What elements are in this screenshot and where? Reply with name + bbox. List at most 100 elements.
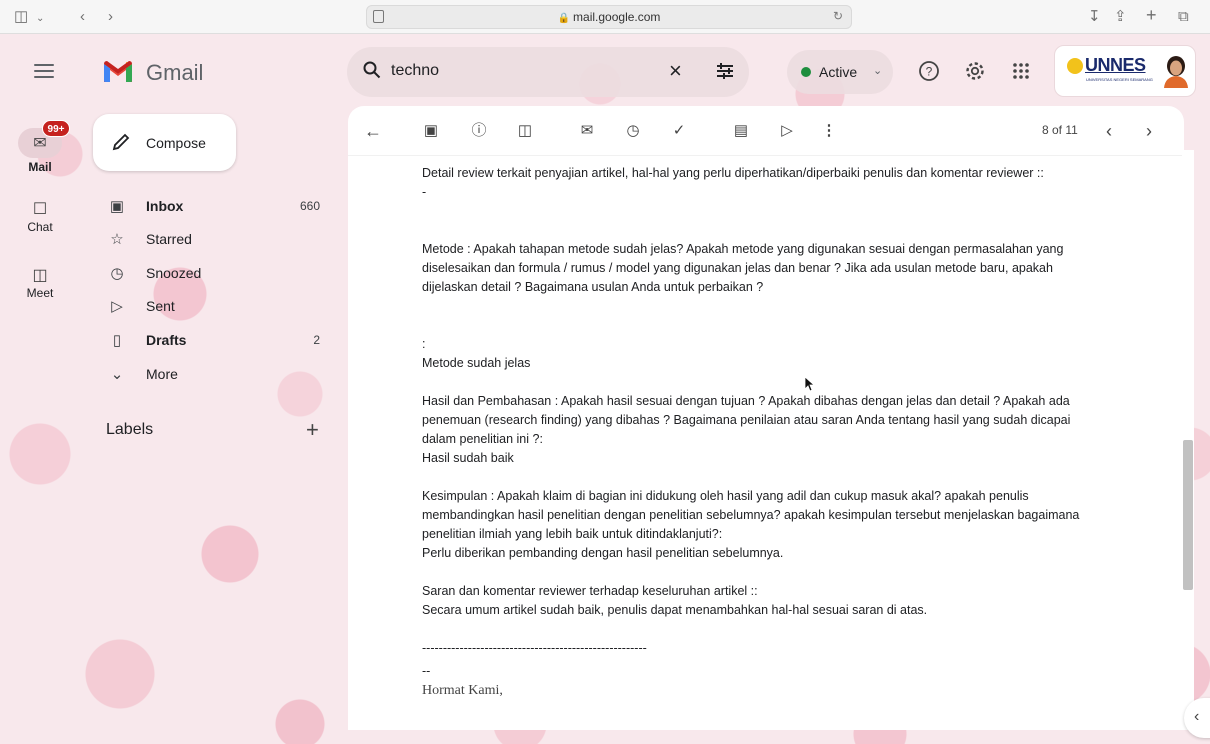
rail-item-mail[interactable]: ✉ 99+ Mail: [0, 120, 80, 174]
label-icon[interactable]: ▷: [776, 120, 798, 142]
sidebar-item-label: Inbox: [146, 198, 184, 214]
body-line: Metode : Apakah tahapan metode sudah jel…: [422, 242, 1064, 256]
chevron-down-icon: ⌄: [110, 366, 124, 383]
body-line: dijelaskan detail ? Bagaimana usulan And…: [422, 280, 764, 294]
message-body: Detail review terkait penyajian artikel,…: [422, 164, 1152, 700]
signature-delimiter: --: [422, 664, 431, 678]
older-icon[interactable]: ›: [1138, 120, 1160, 142]
search-icon[interactable]: [363, 61, 381, 79]
unnes-logo-icon: [1067, 58, 1083, 74]
add-task-icon[interactable]: ✓: [668, 120, 690, 142]
inbox-icon: ▣: [109, 198, 125, 215]
compose-label: Compose: [146, 135, 206, 151]
gmail-logo-icon[interactable]: [102, 58, 134, 84]
back-icon[interactable]: ‹: [80, 8, 85, 26]
app-name: Gmail: [146, 60, 204, 85]
account-switcher[interactable]: UNNES UNIVERSITAS NEGERI SEMARANG: [1054, 45, 1196, 97]
body-line: -: [422, 185, 427, 199]
star-icon: ☆: [110, 231, 124, 248]
drafts-count: 2: [313, 333, 320, 347]
rail-item-meet[interactable]: ◫ Meet: [0, 260, 80, 300]
sidebar-item-sent[interactable]: ▷ Sent: [104, 293, 334, 321]
add-label-icon[interactable]: +: [306, 417, 319, 443]
body-line: Hasil dan Pembahasan : Apakah hasil sesu…: [422, 394, 1070, 408]
body-line: Secara umum artikel sudah baik, penulis …: [422, 603, 928, 617]
body-line: diselesaikan dan formula / rumus / model…: [422, 261, 1053, 275]
sidebar-item-drafts[interactable]: ▯ Drafts 2: [104, 327, 334, 355]
body-line: dalam penelitian ini ?:: [422, 432, 543, 446]
search-bar[interactable]: techno ×: [347, 47, 749, 97]
body-line: Saran dan komentar reviewer terhadap kes…: [422, 584, 758, 598]
settings-gear-icon[interactable]: [964, 60, 986, 82]
help-icon[interactable]: ?: [918, 60, 940, 82]
sidebar-item-label: Drafts: [146, 332, 187, 348]
body-line: Perlu diberikan pembanding dengan hasil …: [422, 546, 784, 560]
back-arrow-icon[interactable]: ←: [362, 120, 384, 142]
newer-icon[interactable]: ‹: [1098, 120, 1120, 142]
sidebar-item-label: Starred: [146, 231, 192, 247]
search-options-icon[interactable]: [715, 61, 735, 81]
org-logo-subtext: UNIVERSITAS NEGERI SEMARANG: [1086, 77, 1153, 82]
delete-icon[interactable]: ◫: [514, 120, 536, 142]
message-panel: ← ▣ ⓘ ◫ ✉ ◷ ✓ ▤ ▷ ⋮ 8 of 11 ‹ › Detail r…: [348, 106, 1184, 730]
sidebar-item-more[interactable]: ⌄ More: [104, 361, 334, 389]
rail-label-mail: Mail: [28, 160, 52, 174]
address-bar[interactable]: 🔒 mail.google.com ↻: [366, 5, 852, 29]
sidebar-item-label: Snoozed: [146, 265, 202, 281]
tab-overview-icon[interactable]: ⧉: [1178, 8, 1189, 26]
status-selector[interactable]: Active ⌄: [787, 50, 893, 94]
report-spam-icon[interactable]: ⓘ: [468, 120, 490, 142]
chevron-left-icon: ‹: [1194, 708, 1200, 725]
search-input[interactable]: techno: [391, 62, 439, 80]
body-line: penemuan (research finding) yang dibahas…: [422, 413, 1071, 427]
body-line: Metode sudah jelas: [422, 356, 531, 370]
chevron-down-icon: ⌄: [873, 65, 883, 77]
pencil-icon: [112, 133, 130, 151]
sidebar-toggle-icon[interactable]: ◫: [14, 8, 28, 26]
body-line: Kesimpulan : Apakah klaim di bagian ini …: [422, 489, 1029, 503]
new-tab-icon[interactable]: +: [1146, 6, 1157, 24]
snooze-icon[interactable]: ◷: [622, 120, 644, 142]
translate-reload-icon[interactable]: ↻: [833, 9, 843, 23]
body-separator: ----------------------------------------…: [422, 641, 647, 655]
mark-unread-icon[interactable]: ✉: [576, 120, 598, 142]
labels-heading: Labels: [106, 421, 154, 438]
video-icon: ◫: [32, 267, 48, 284]
body-line: Hasil sudah baik: [422, 451, 514, 465]
mouse-cursor-icon: [804, 376, 814, 392]
unread-badge: 99+: [42, 120, 70, 137]
body-line: penelitian ilmiah yang lebih baik untuk …: [422, 527, 723, 541]
clock-icon: ◷: [110, 265, 124, 282]
main-menu-icon[interactable]: [34, 64, 54, 78]
body-line: Detail review terkait penyajian artikel,…: [422, 166, 1044, 180]
download-icon[interactable]: ↧: [1088, 8, 1101, 26]
sidebar-item-label: Sent: [146, 298, 175, 314]
chevron-down-icon[interactable]: ⌄: [36, 10, 44, 28]
archive-icon[interactable]: ▣: [420, 120, 442, 142]
url-text: mail.google.com: [573, 10, 661, 24]
sidebar-item-starred[interactable]: ☆ Starred: [104, 226, 334, 254]
browser-toolbar: ◫ ⌄ ‹ › 🔒 mail.google.com ↻ ↧ ⇪ + ⧉: [0, 0, 1210, 34]
pager-text: 8 of 11: [1042, 123, 1078, 137]
body-line: membandingkan hasil penelitian dengan pe…: [422, 508, 1080, 522]
compose-button[interactable]: Compose: [93, 114, 236, 171]
org-logo-text: UNNES: [1085, 55, 1146, 75]
body-line: :: [422, 337, 426, 351]
sidebar-item-inbox[interactable]: ▣ Inbox 660: [104, 193, 334, 221]
sidebar-item-snoozed[interactable]: ◷ Snoozed: [104, 260, 334, 288]
sidebar-item-label: More: [146, 366, 178, 382]
avatar[interactable]: [1161, 54, 1191, 88]
apps-grid-icon[interactable]: [1010, 60, 1032, 82]
share-icon[interactable]: ⇪: [1114, 8, 1127, 26]
inbox-count: 660: [299, 199, 320, 213]
status-label: Active: [819, 64, 858, 80]
rail-item-chat[interactable]: ☐ Chat: [0, 194, 80, 234]
more-options-icon[interactable]: ⋮: [818, 120, 840, 142]
signature-line: Hormat Kami,: [422, 683, 503, 698]
clear-search-icon[interactable]: ×: [669, 58, 682, 84]
scrollbar-thumb[interactable]: [1183, 440, 1193, 590]
lock-icon: 🔒: [557, 13, 571, 24]
message-toolbar: ← ▣ ⓘ ◫ ✉ ◷ ✓ ▤ ▷ ⋮ 8 of 11 ‹ ›: [348, 106, 1184, 156]
forward-icon[interactable]: ›: [108, 8, 113, 26]
move-to-icon[interactable]: ▤: [730, 120, 752, 142]
